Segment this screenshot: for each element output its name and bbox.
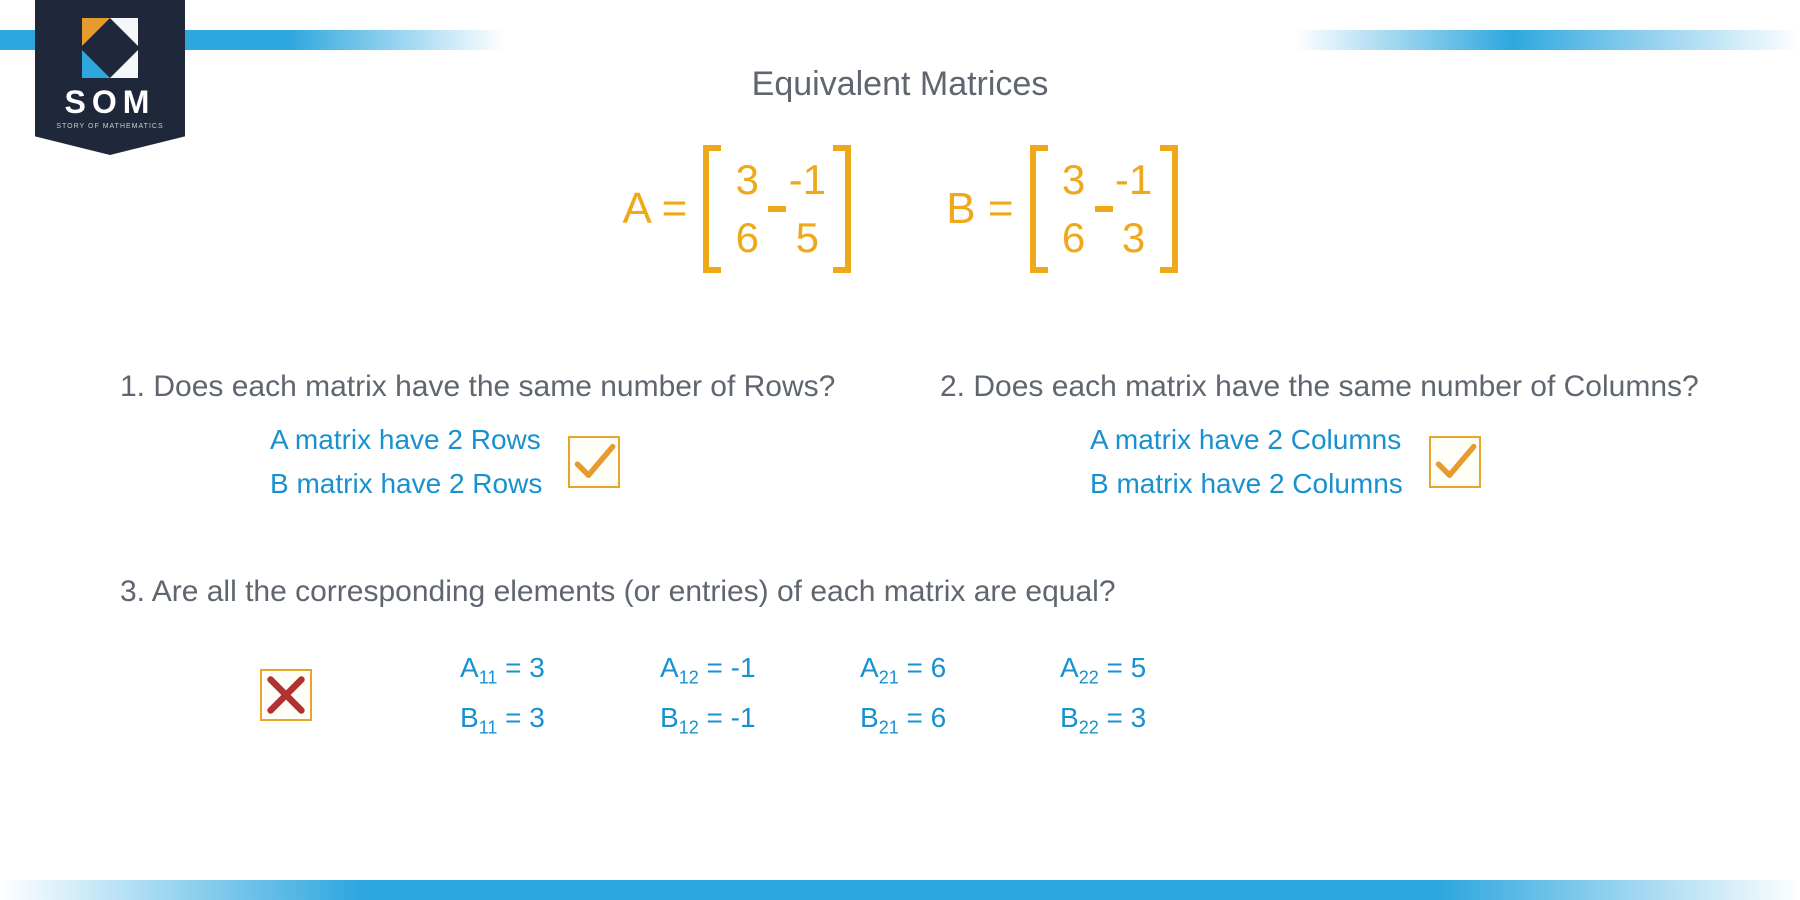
matrix-a-label: A = xyxy=(622,184,687,234)
q1-answer-a: A matrix have 2 Rows xyxy=(270,418,542,462)
elem-a22: A22 = 5 xyxy=(1060,652,1180,689)
elem-a12: A12 = -1 xyxy=(660,652,860,689)
matrix-a-cell-22: 5 xyxy=(796,214,819,262)
q1-result-check-icon xyxy=(568,436,620,488)
matrix-a-bracket: 3 -1 6 5 xyxy=(703,145,851,273)
matrix-b: B = 3 -1 6 3 xyxy=(946,145,1177,273)
question-3-text: 3. Are all the corresponding elements (o… xyxy=(120,575,1720,609)
top-accent-bar xyxy=(0,30,1800,50)
matrix-a-cell-12: -1 xyxy=(789,156,826,204)
matrix-b-cell-22: 3 xyxy=(1122,214,1145,262)
logo-subtitle: STORY OF MATHEMATICS xyxy=(56,123,163,130)
matrix-a: A = 3 -1 6 5 xyxy=(622,145,851,273)
matrix-b-cell-12: -1 xyxy=(1115,156,1152,204)
page-title: Equivalent Matrices xyxy=(0,65,1800,104)
bottom-accent-bar xyxy=(0,880,1800,900)
q3-result-cross-icon xyxy=(260,669,312,721)
elem-b22: B22 = 3 xyxy=(1060,702,1180,739)
matrix-b-bracket: 3 -1 6 3 xyxy=(1030,145,1178,273)
elem-b21: B21 = 6 xyxy=(860,702,1060,739)
matrix-a-cell-11: 3 xyxy=(736,156,759,204)
q1-answer-b: B matrix have 2 Rows xyxy=(270,462,542,506)
q2-result-check-icon xyxy=(1429,436,1481,488)
elem-a21: A21 = 6 xyxy=(860,652,1060,689)
elem-b12: B12 = -1 xyxy=(660,702,860,739)
question-2: 2. Does each matrix have the same number… xyxy=(940,370,1699,506)
question-1: 1. Does each matrix have the same number… xyxy=(120,370,835,506)
matrix-b-cell-11: 3 xyxy=(1062,156,1085,204)
question-3: 3. Are all the corresponding elements (o… xyxy=(120,575,1720,745)
q2-answer-a: A matrix have 2 Columns xyxy=(1090,418,1403,462)
elem-a11: A11 = 3 xyxy=(460,652,660,689)
question-1-text: 1. Does each matrix have the same number… xyxy=(120,370,835,404)
q2-answer-b: B matrix have 2 Columns xyxy=(1090,462,1403,506)
matrices-row: A = 3 -1 6 5 B = 3 -1 6 3 xyxy=(0,145,1800,273)
matrix-b-cell-21: 6 xyxy=(1062,214,1085,262)
matrix-a-cell-21: 6 xyxy=(736,214,759,262)
matrix-b-label: B = xyxy=(946,184,1013,234)
question-2-text: 2. Does each matrix have the same number… xyxy=(940,370,1699,404)
elem-b11: B11 = 3 xyxy=(460,702,660,739)
